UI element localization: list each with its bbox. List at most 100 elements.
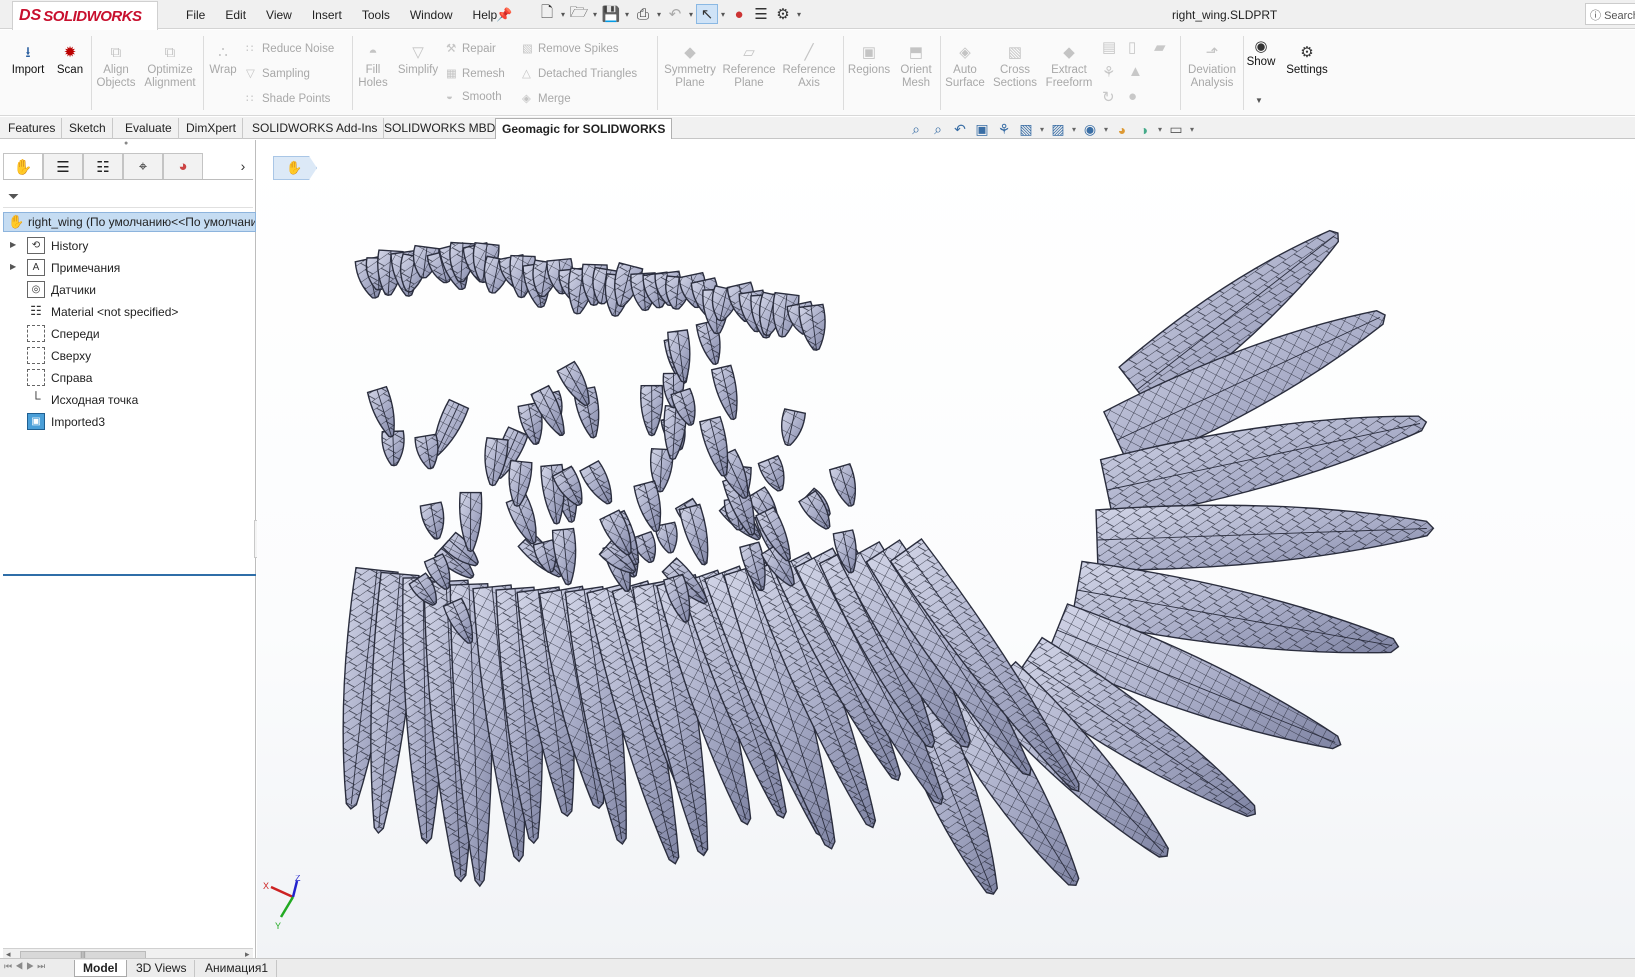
filter-funnel-icon[interactable]: ⏷ [8, 188, 19, 205]
deviation-analysis-button[interactable]: ⬏ Deviation Analysis [1182, 44, 1242, 90]
pin-icon[interactable]: 📌 [496, 7, 512, 23]
wing-mesh-model[interactable] [257, 140, 1635, 958]
tree-item-top-plane[interactable]: Сверху [0, 345, 256, 367]
graphics-area[interactable]: ✋ X Z Y [257, 140, 1635, 958]
options-dropdown-icon[interactable]: ▾ [794, 10, 804, 19]
new-document-icon[interactable]: 🗋 [536, 4, 558, 24]
apply-scene-dropdown-icon[interactable]: ▾ [1155, 125, 1165, 134]
solidworks-logo[interactable]: DS SOLIDWORKS [12, 1, 158, 31]
hide-show-items-icon[interactable]: ◉ [1079, 121, 1101, 138]
menu-window[interactable]: Window [410, 8, 453, 22]
wrap-button[interactable]: ∴ Wrap [206, 44, 240, 77]
tab-navigation-arrows-icon[interactable]: ⏮◀▶⏭ [4, 961, 48, 972]
tree-item-imported3[interactable]: ▣ Imported3 [0, 411, 256, 433]
menu-help[interactable]: Help [473, 8, 498, 22]
tab-dimxpert[interactable]: DimXpert [180, 118, 244, 139]
tree-item-right-plane[interactable]: Справа [0, 367, 256, 389]
detached-triangles-button[interactable]: △ Detached Triangles [522, 66, 637, 80]
tab-solidworks-add-ins[interactable]: SOLIDWORKS Add-Ins [246, 118, 385, 139]
file-properties-icon[interactable]: ☰ [750, 4, 772, 24]
rollback-bar[interactable] [3, 574, 256, 576]
display-style-dropdown-icon[interactable]: ▾ [1069, 125, 1079, 134]
sampling-button[interactable]: ▽ Sampling [246, 66, 310, 80]
remesh-button[interactable]: ▦ Remesh [446, 66, 505, 80]
hide-show-dropdown-icon[interactable]: ▾ [1101, 125, 1111, 134]
zoom-to-area-icon[interactable]: ⌕ [927, 121, 949, 138]
merge-button[interactable]: ◈ Merge [522, 91, 571, 105]
display-style-icon[interactable]: ▨ [1047, 121, 1069, 138]
repair-button[interactable]: ⚒ Repair [446, 41, 496, 55]
tree-item-front-plane[interactable]: Спереди [0, 323, 256, 345]
dimxpert-manager-tab-icon[interactable]: ⌖ [123, 153, 163, 179]
open-folder-icon[interactable]: 🗁 [568, 4, 590, 24]
show-button[interactable]: ◉ Show [1245, 39, 1277, 69]
reference-axis-button[interactable]: ╱ Reference Axis [779, 44, 839, 90]
auto-surface-button[interactable]: ◈ Auto Surface [942, 44, 988, 90]
help-search[interactable]: ⓘ Search [1585, 3, 1635, 25]
previous-view-icon[interactable]: ↶ [949, 121, 971, 138]
cone-tool-icon[interactable]: ▲ [1128, 63, 1143, 80]
align-objects-button[interactable]: ⧉ Align Objects [90, 44, 142, 90]
panel-more-arrow-icon[interactable]: › [233, 153, 253, 179]
grid-tool-icon[interactable]: ▤ [1102, 38, 1116, 56]
simplify-button[interactable]: ▽ Simplify [394, 44, 442, 77]
tree-item-origin[interactable]: └ Исходная точка [0, 389, 256, 411]
import-button[interactable]: ⭳ Import [8, 44, 48, 77]
expand-arrow-icon[interactable]: ▶ [10, 262, 16, 271]
view-orientation-dropdown-icon[interactable]: ▾ [1037, 125, 1047, 134]
panel-grip[interactable]: ● [124, 140, 128, 147]
traffic-light-icon[interactable]: ● [728, 4, 750, 24]
tree-item-history[interactable]: ▶ ⟲ History [0, 235, 256, 257]
tab-animation[interactable]: Анимация1 [197, 960, 278, 977]
sketch-tool-icon[interactable]: ⚘ [1102, 63, 1115, 81]
menu-view[interactable]: View [266, 8, 292, 22]
tree-item-sensors[interactable]: ◎ Датчики [0, 279, 256, 301]
expand-arrow-icon[interactable]: ▶ [10, 240, 16, 249]
property-manager-tab-icon[interactable]: ☰ [43, 153, 83, 179]
view-settings-icon[interactable]: ▭ [1165, 121, 1187, 138]
tree-filter-bar[interactable] [3, 186, 253, 208]
zoom-to-fit-icon[interactable]: ⌕ [905, 121, 927, 138]
print-icon[interactable]: ⎙ [632, 4, 654, 24]
tab-evaluate[interactable]: Evaluate [119, 118, 179, 139]
new-dropdown-icon[interactable]: ▾ [558, 10, 568, 19]
shade-points-button[interactable]: ∷ Shade Points [246, 91, 330, 105]
dynamic-annotation-icon[interactable]: ⚘ [993, 121, 1015, 138]
surface-tool-icon[interactable]: ▰ [1154, 38, 1166, 56]
undo-dropdown-icon[interactable]: ▾ [686, 10, 696, 19]
cylinder-tool-icon[interactable]: ▯ [1128, 38, 1136, 56]
settings-button[interactable]: ⚙ Settings [1282, 44, 1332, 77]
reference-plane-button[interactable]: ▱ Reference Plane [719, 44, 779, 90]
select-dropdown-icon[interactable]: ▾ [718, 10, 728, 19]
options-gear-icon[interactable]: ⚙ [772, 4, 794, 24]
sphere-tool-icon[interactable]: ● [1128, 88, 1137, 105]
symmetry-plane-button[interactable]: ◆ Symmetry Plane [661, 44, 719, 90]
tab-model[interactable]: Model [74, 960, 127, 977]
remove-spikes-button[interactable]: ▧ Remove Spikes [522, 41, 619, 55]
tree-item-annotations[interactable]: ▶ A Примечания [0, 257, 256, 279]
tree-root-part[interactable]: ✋ right_wing (По умолчанию<<По умолчанию>… [3, 212, 256, 232]
tab-solidworks-mbd[interactable]: SOLIDWORKS MBD [378, 118, 503, 139]
menu-insert[interactable]: Insert [312, 8, 342, 22]
tab-geomagic[interactable]: Geomagic for SOLIDWORKS [495, 118, 673, 139]
optimize-alignment-button[interactable]: ⧉ Optimize Alignment [140, 44, 200, 90]
tab-sketch[interactable]: Sketch [63, 118, 113, 139]
regions-button[interactable]: ▣ Regions [846, 44, 892, 77]
edit-appearance-icon[interactable]: ◕ [1111, 122, 1133, 138]
smooth-button[interactable]: ◒ Smooth [446, 91, 502, 103]
select-arrow-icon[interactable]: ↖ [696, 4, 718, 24]
save-icon[interactable]: 💾 [600, 4, 622, 24]
scan-button[interactable]: ✹ Scan [52, 44, 88, 77]
save-dropdown-icon[interactable]: ▾ [622, 10, 632, 19]
menu-file[interactable]: File [186, 8, 205, 22]
feature-manager-tab-icon[interactable]: ✋ [3, 153, 43, 179]
tree-item-material[interactable]: ☷ Material <not specified> [0, 301, 256, 323]
extract-freeform-button[interactable]: ◆ Extract Freeform [1040, 44, 1098, 90]
section-view-icon[interactable]: ▣ [971, 121, 993, 138]
orient-mesh-button[interactable]: ⬒ Orient Mesh [894, 44, 938, 90]
show-dropdown-icon[interactable]: ▼ [1255, 96, 1263, 105]
menu-edit[interactable]: Edit [225, 8, 246, 22]
print-dropdown-icon[interactable]: ▾ [654, 10, 664, 19]
fill-holes-button[interactable]: ◓ Fill Holes [356, 44, 390, 90]
view-orientation-icon[interactable]: ▧ [1015, 121, 1037, 138]
